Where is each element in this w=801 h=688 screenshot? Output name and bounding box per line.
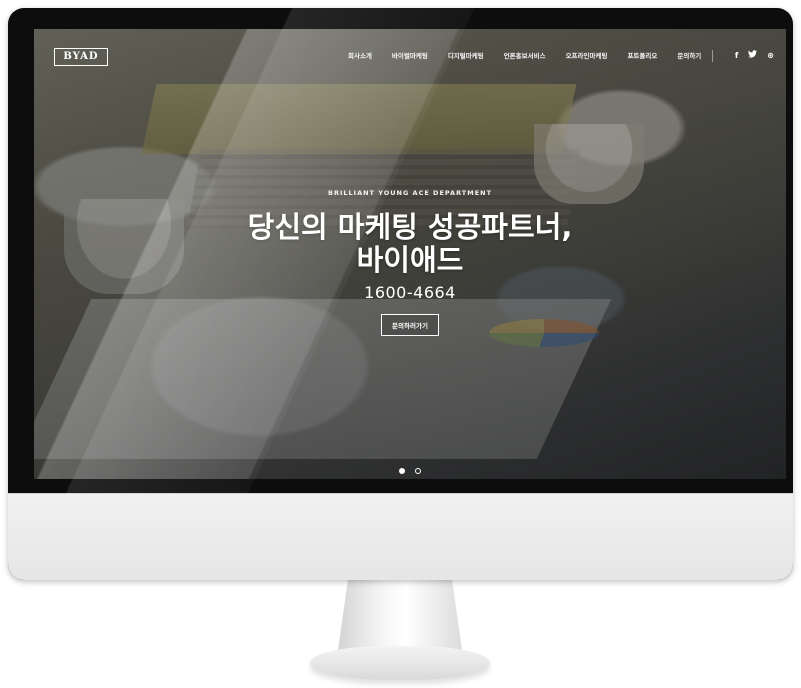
hero-title-line-1: 당신의 마케팅 성공파트너, — [247, 210, 573, 244]
social-divider — [711, 50, 713, 62]
nav-item-portfolio[interactable]: 포트폴리오 — [627, 49, 657, 63]
top-navbar: BYAD 회사소개 바이럴마케팅 디지털마케팅 언론홍보서비스 오프라인마케팅 … — [34, 29, 786, 79]
nav-item-digital-marketing[interactable]: 디지털마케팅 — [448, 49, 484, 63]
hero-phone-number: 1600-4664 — [364, 283, 456, 302]
social-links: f ⊛ — [711, 49, 774, 63]
facebook-icon[interactable]: f — [735, 49, 738, 63]
twitter-icon[interactable] — [748, 49, 758, 63]
monitor-frame: BYAD 회사소개 바이럴마케팅 디지털마케팅 언론홍보서비스 오프라인마케팅 … — [8, 8, 793, 580]
nav-item-offline-marketing[interactable]: 오프라인마케팅 — [566, 49, 608, 63]
monitor-stand-neck — [338, 580, 462, 650]
hero-tagline: BRILLIANT YOUNG ACE DEPARTMENT — [327, 189, 493, 197]
website-screen: BYAD 회사소개 바이럴마케팅 디지털마케팅 언론홍보서비스 오프라인마케팅 … — [34, 29, 786, 479]
monitor-chin — [8, 493, 793, 580]
nav-item-press-service[interactable]: 언론홍보서비스 — [504, 49, 546, 63]
slider-dot-2[interactable] — [414, 468, 421, 474]
main-menu: 회사소개 바이럴마케팅 디지털마케팅 언론홍보서비스 오프라인마케팅 포트폴리오… — [348, 49, 721, 63]
contact-cta-button[interactable]: 문의하러가기 — [381, 314, 439, 336]
nav-item-viral-marketing[interactable]: 바이럴마케팅 — [392, 49, 428, 63]
hero-section: BRILLIANT YOUNG ACE DEPARTMENT 당신의 마케팅 성… — [34, 189, 786, 336]
slider-pagination — [34, 459, 786, 478]
nav-item-contact[interactable]: 문의하기 — [677, 49, 701, 63]
nav-item-company[interactable]: 회사소개 — [348, 49, 372, 63]
hero-title-line-2: 바이애드 — [356, 243, 464, 277]
slider-dot-1[interactable] — [399, 468, 406, 474]
site-logo[interactable]: BYAD — [54, 48, 108, 66]
hero-title: 당신의 마케팅 성공파트너, 바이애드 — [34, 211, 786, 277]
dribbble-icon[interactable]: ⊛ — [767, 49, 774, 63]
monitor-stand-base — [310, 646, 490, 680]
